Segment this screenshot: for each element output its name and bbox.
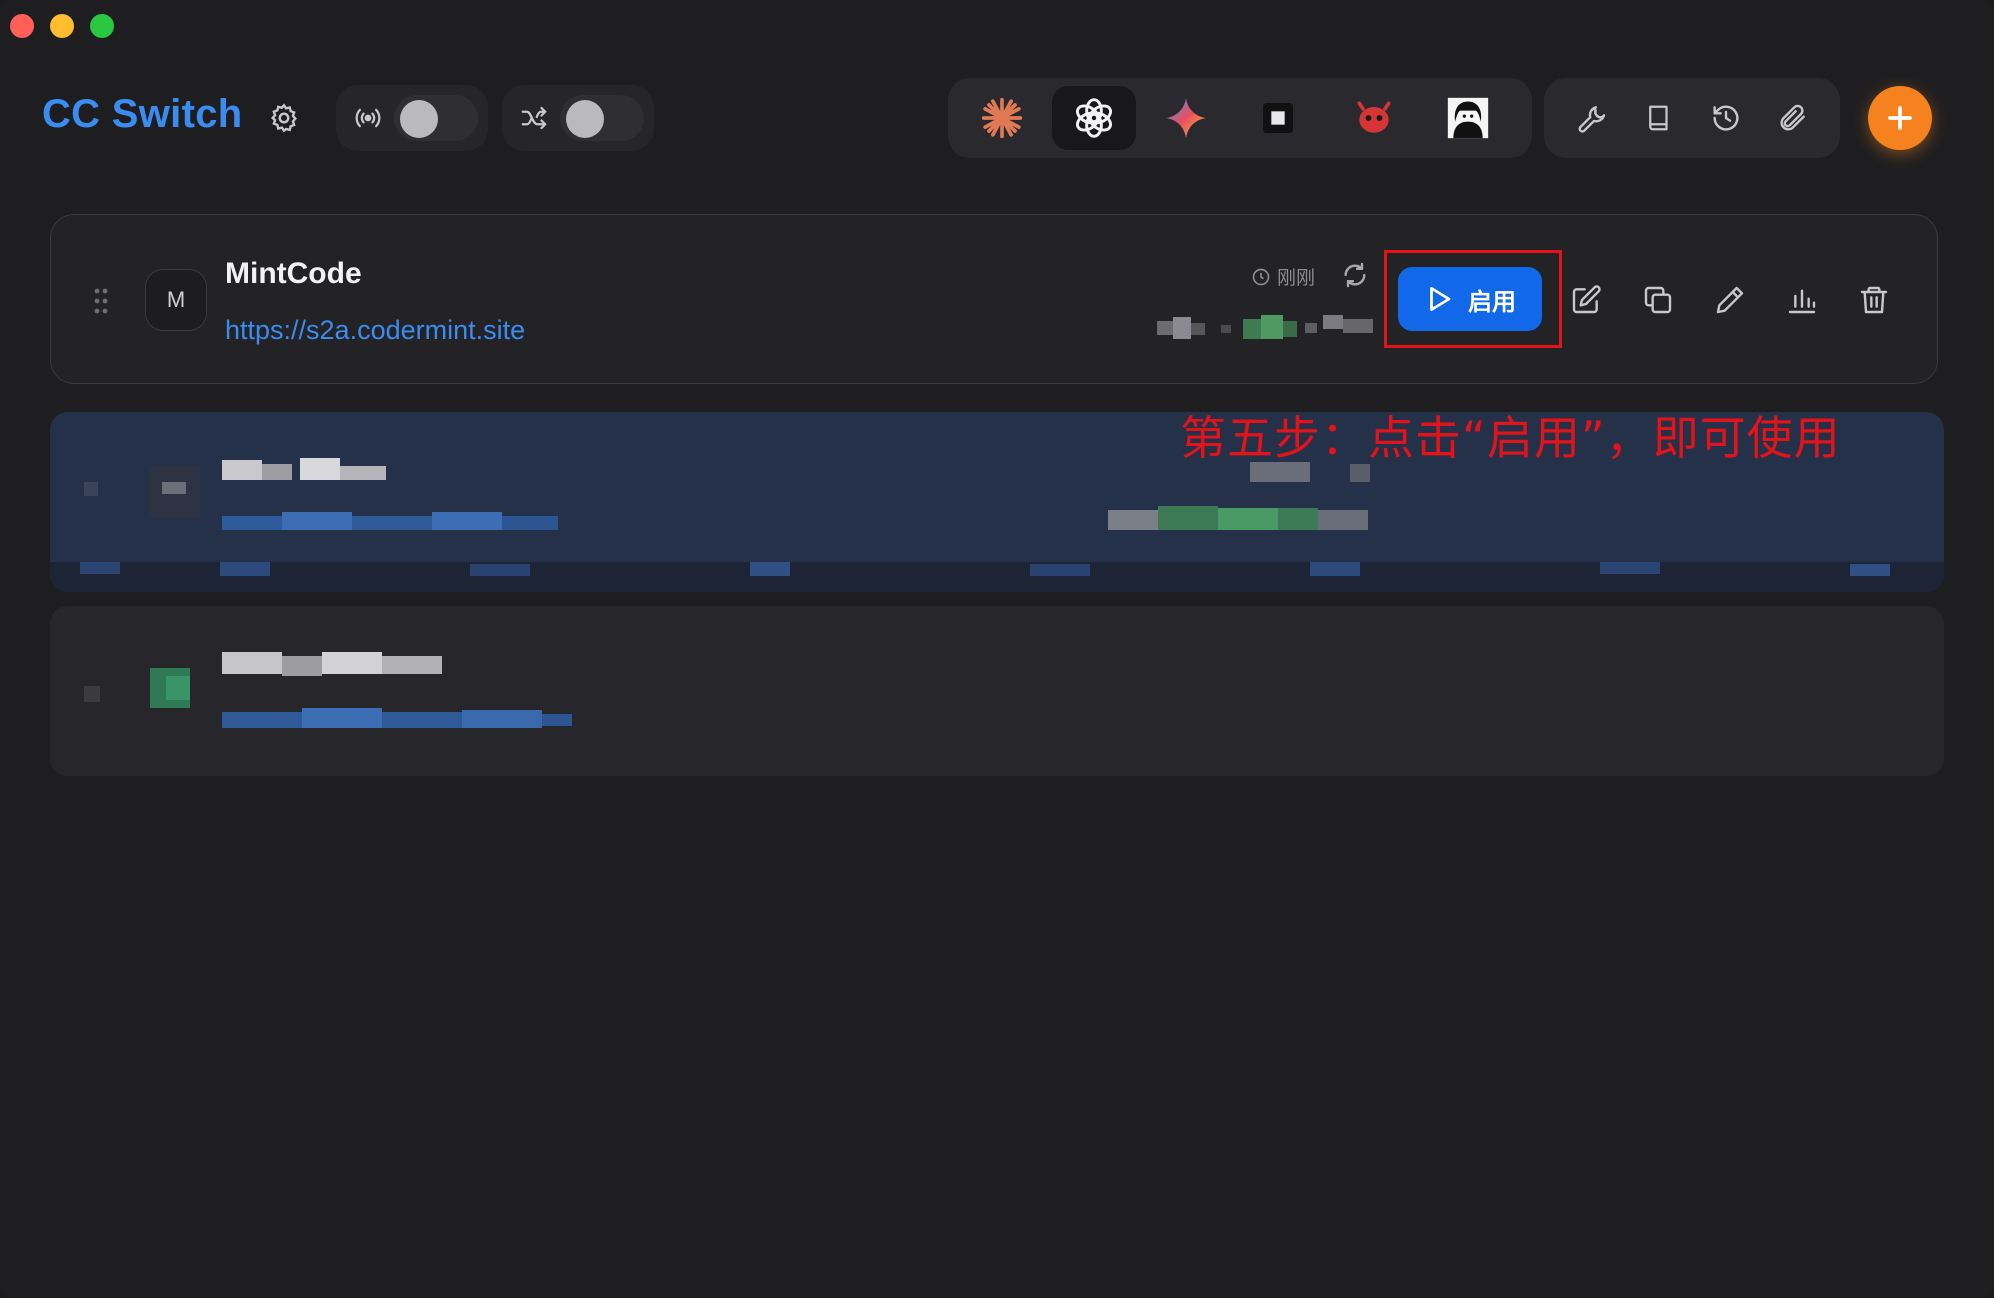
last-checked-text: 刚刚	[1277, 268, 1316, 289]
enable-button-label: 启用	[1468, 288, 1516, 316]
edit-icon	[1572, 285, 1601, 314]
zoom-window-button[interactable]	[90, 14, 114, 38]
window-controls	[10, 14, 114, 38]
close-window-button[interactable]	[10, 14, 34, 38]
refresh-icon	[1344, 262, 1366, 288]
provider-openai[interactable]	[1052, 86, 1136, 150]
stats-button[interactable]	[1774, 262, 1830, 338]
tool-book[interactable]	[1637, 96, 1681, 140]
plus-icon	[1888, 106, 1912, 130]
square-app-icon	[1263, 103, 1293, 133]
shuffle-icon	[514, 98, 554, 138]
broadcast-icon	[348, 98, 388, 138]
refresh-button[interactable]	[1341, 261, 1369, 294]
switch-knob	[400, 100, 438, 138]
enable-button[interactable]: 启用	[1398, 267, 1542, 331]
test-button[interactable]	[1702, 262, 1758, 338]
add-provider-button[interactable]	[1868, 86, 1932, 150]
delete-button[interactable]	[1846, 262, 1902, 338]
redacted-provider-card[interactable]	[50, 606, 1944, 776]
last-checked: 刚刚	[1251, 263, 1315, 290]
shuffle-switch[interactable]	[560, 95, 644, 141]
history-icon	[1712, 105, 1739, 131]
gemini-sparkle-icon	[1165, 97, 1207, 139]
avatar: M	[145, 269, 207, 331]
edit-button[interactable]	[1558, 262, 1614, 338]
annotation-instruction: 第五步：点击“启用”，即可使用	[1180, 411, 1841, 465]
proxy-toggle-group	[336, 85, 488, 151]
tools-bar	[1544, 78, 1840, 158]
tool-wrench[interactable]	[1570, 96, 1614, 140]
copy-button[interactable]	[1630, 262, 1686, 338]
book-icon	[1648, 105, 1668, 131]
switch-knob	[566, 100, 604, 138]
provider-gemini[interactable]	[1144, 86, 1228, 150]
openai-knot-icon	[1075, 98, 1113, 138]
wrench-icon	[1578, 106, 1605, 133]
paperclip-icon	[1779, 104, 1805, 131]
tool-attach[interactable]	[1771, 96, 1815, 140]
shuffle-toggle-group	[502, 85, 654, 151]
pen-icon	[1716, 286, 1744, 314]
trash-icon	[1860, 286, 1888, 314]
provider-claude[interactable]	[960, 86, 1044, 150]
provider-name: MintCode	[225, 257, 362, 290]
provider-url-link[interactable]: https://s2a.codermint.site	[225, 315, 525, 346]
clock-icon	[1252, 268, 1270, 285]
tool-history[interactable]	[1704, 96, 1748, 140]
settings-button[interactable]	[264, 98, 304, 138]
provider-portrait[interactable]	[1426, 86, 1510, 150]
stats-icon	[1788, 289, 1816, 314]
redacted-usage-info	[1157, 315, 1373, 339]
app-window: CC Switch M MintCode https://s2a.codermi…	[0, 0, 1994, 1298]
pixelated-content	[50, 606, 1944, 776]
play-icon	[1430, 287, 1451, 311]
claude-burst-icon	[981, 97, 1023, 139]
minimize-window-button[interactable]	[50, 14, 74, 38]
provider-bar	[948, 78, 1532, 158]
drag-handle-icon[interactable]	[93, 287, 109, 320]
red-bot-icon	[1357, 101, 1391, 133]
gear-icon	[270, 103, 297, 133]
app-title: CC Switch	[42, 92, 243, 136]
proxy-switch[interactable]	[394, 95, 478, 141]
portrait-icon	[1447, 97, 1489, 139]
copy-icon	[1644, 286, 1672, 314]
provider-square[interactable]	[1236, 86, 1320, 150]
provider-red-bot[interactable]	[1332, 86, 1416, 150]
